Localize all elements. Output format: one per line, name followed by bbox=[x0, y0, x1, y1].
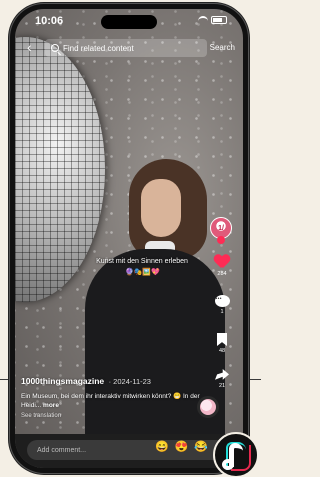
comment-button[interactable]: 1 bbox=[207, 295, 237, 315]
quick-emoji-1[interactable]: 😄 bbox=[155, 440, 169, 453]
search-placeholder: Find related content bbox=[63, 43, 134, 53]
see-translation-link[interactable]: See translation bbox=[21, 413, 201, 419]
post-date: · 2024-11-23 bbox=[108, 377, 151, 386]
video-overlay-text: Kunst mit den Sinnen erleben bbox=[96, 258, 188, 265]
comment-count: 1 bbox=[220, 309, 224, 315]
video-overlay-emojis: 🔮🎭🖼️💖 bbox=[125, 269, 160, 276]
comment-icon bbox=[214, 295, 230, 307]
caption-description: Ein Museum, bei dem ihr interaktiv mitwi… bbox=[21, 393, 201, 410]
bookmark-button[interactable]: 48 bbox=[207, 333, 237, 354]
save-count: 48 bbox=[218, 348, 226, 354]
search-bar: ‹ Find related content Search bbox=[23, 37, 235, 59]
dynamic-island bbox=[101, 15, 157, 29]
search-input[interactable]: Find related content bbox=[45, 39, 207, 57]
follow-plus-icon[interactable] bbox=[217, 236, 225, 244]
more-link[interactable]: more bbox=[43, 402, 59, 409]
person-figure bbox=[85, 159, 225, 468]
author-name[interactable]: 1000thingsmagazine bbox=[21, 376, 104, 386]
status-bar: 10:06 bbox=[15, 9, 243, 33]
music-disc-icon[interactable] bbox=[197, 396, 219, 418]
back-icon[interactable]: ‹ bbox=[27, 40, 32, 54]
comment-bar: Add comment... 😄 😍 😂 bbox=[15, 434, 243, 468]
system-icons bbox=[198, 16, 227, 24]
caption-header: 1000thingsmagazine · 2024-11-23 bbox=[21, 371, 201, 389]
video-caption: 1000thingsmagazine · 2024-11-23 Ein Muse… bbox=[21, 371, 201, 419]
status-time: 10:06 bbox=[35, 15, 64, 27]
quick-emoji-2[interactable]: 😍 bbox=[175, 440, 189, 453]
tiktok-logo-icon bbox=[213, 432, 259, 477]
quick-emoji-row: 😄 😍 😂 bbox=[155, 440, 208, 453]
person-face bbox=[141, 179, 181, 237]
share-icon bbox=[215, 369, 229, 380]
heart-icon bbox=[214, 255, 230, 269]
like-button[interactable]: 284 bbox=[207, 255, 237, 277]
wifi-icon bbox=[198, 16, 208, 24]
bookmark-icon bbox=[217, 333, 227, 346]
share-count: 21 bbox=[218, 383, 226, 389]
search-button[interactable]: Search bbox=[210, 43, 235, 52]
battery-icon bbox=[211, 16, 227, 24]
search-icon bbox=[51, 44, 59, 52]
like-count: 284 bbox=[217, 271, 227, 277]
share-button[interactable]: 21 bbox=[207, 369, 237, 389]
quick-emoji-3[interactable]: 😂 bbox=[194, 440, 208, 453]
